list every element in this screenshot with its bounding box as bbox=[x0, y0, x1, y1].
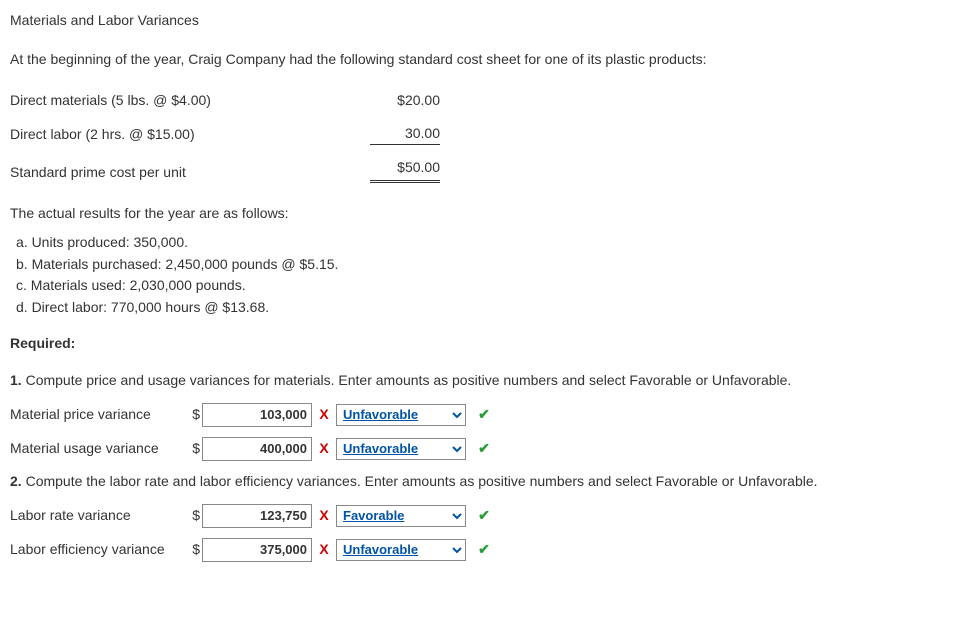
result-item-c: c. Materials used: 2,030,000 pounds. bbox=[16, 275, 969, 297]
label-labor-rate: Labor rate variance bbox=[10, 505, 190, 526]
check-icon: ✔ bbox=[472, 404, 496, 425]
total-label: Standard prime cost per unit bbox=[10, 151, 340, 189]
dollar-sign: $ bbox=[190, 404, 200, 425]
label-labor-efficiency: Labor efficiency variance bbox=[10, 539, 190, 560]
check-icon: ✔ bbox=[472, 505, 496, 526]
select-labor-efficiency-fav[interactable]: Unfavorable bbox=[336, 539, 466, 561]
select-material-usage-fav[interactable]: Unfavorable bbox=[336, 438, 466, 460]
intro-text: At the beginning of the year, Craig Comp… bbox=[10, 49, 969, 70]
wrong-icon: X bbox=[312, 438, 336, 459]
page-title: Materials and Labor Variances bbox=[10, 10, 969, 31]
wrong-icon: X bbox=[312, 539, 336, 560]
results-list: a. Units produced: 350,000. b. Materials… bbox=[16, 232, 969, 319]
check-icon: ✔ bbox=[472, 539, 496, 560]
dollar-sign: $ bbox=[190, 505, 200, 526]
dl-value: 30.00 bbox=[370, 123, 440, 145]
q1-text: Compute price and usage variances for ma… bbox=[22, 372, 792, 388]
wrong-icon: X bbox=[312, 404, 336, 425]
table-row: Standard prime cost per unit $50.00 bbox=[10, 151, 450, 189]
dollar-sign: $ bbox=[190, 438, 200, 459]
results-intro: The actual results for the year are as f… bbox=[10, 203, 969, 224]
q1-number: 1. bbox=[10, 372, 22, 388]
answer-row-material-usage: Material usage variance $ X Unfavorable … bbox=[10, 437, 969, 461]
dl-label: Direct labor (2 hrs. @ $15.00) bbox=[10, 117, 340, 151]
label-material-price: Material price variance bbox=[10, 404, 190, 425]
q2-number: 2. bbox=[10, 473, 22, 489]
q2-text: Compute the labor rate and labor efficie… bbox=[22, 473, 818, 489]
dm-value: $20.00 bbox=[340, 84, 450, 117]
input-material-usage-amount[interactable] bbox=[202, 437, 312, 461]
answer-row-material-price: Material price variance $ X Unfavorable … bbox=[10, 403, 969, 427]
dm-label: Direct materials (5 lbs. @ $4.00) bbox=[10, 84, 340, 117]
select-material-price-fav[interactable]: Unfavorable bbox=[336, 404, 466, 426]
input-labor-efficiency-amount[interactable] bbox=[202, 538, 312, 562]
wrong-icon: X bbox=[312, 505, 336, 526]
required-heading: Required: bbox=[10, 333, 969, 354]
answer-row-labor-rate: Labor rate variance $ X Favorable ✔ bbox=[10, 504, 969, 528]
result-item-a: a. Units produced: 350,000. bbox=[16, 232, 969, 254]
dollar-sign: $ bbox=[190, 539, 200, 560]
input-labor-rate-amount[interactable] bbox=[202, 504, 312, 528]
table-row: Direct labor (2 hrs. @ $15.00) 30.00 bbox=[10, 117, 450, 151]
total-value: $50.00 bbox=[370, 157, 440, 183]
question-2: 2. Compute the labor rate and labor effi… bbox=[10, 471, 969, 492]
result-item-d: d. Direct labor: 770,000 hours @ $13.68. bbox=[16, 297, 969, 319]
check-icon: ✔ bbox=[472, 438, 496, 459]
input-material-price-amount[interactable] bbox=[202, 403, 312, 427]
result-item-b: b. Materials purchased: 2,450,000 pounds… bbox=[16, 254, 969, 276]
cost-sheet-table: Direct materials (5 lbs. @ $4.00) $20.00… bbox=[10, 84, 450, 189]
answer-row-labor-efficiency: Labor efficiency variance $ X Unfavorabl… bbox=[10, 538, 969, 562]
table-row: Direct materials (5 lbs. @ $4.00) $20.00 bbox=[10, 84, 450, 117]
question-1: 1. Compute price and usage variances for… bbox=[10, 370, 969, 391]
label-material-usage: Material usage variance bbox=[10, 438, 190, 459]
select-labor-rate-fav[interactable]: Favorable bbox=[336, 505, 466, 527]
